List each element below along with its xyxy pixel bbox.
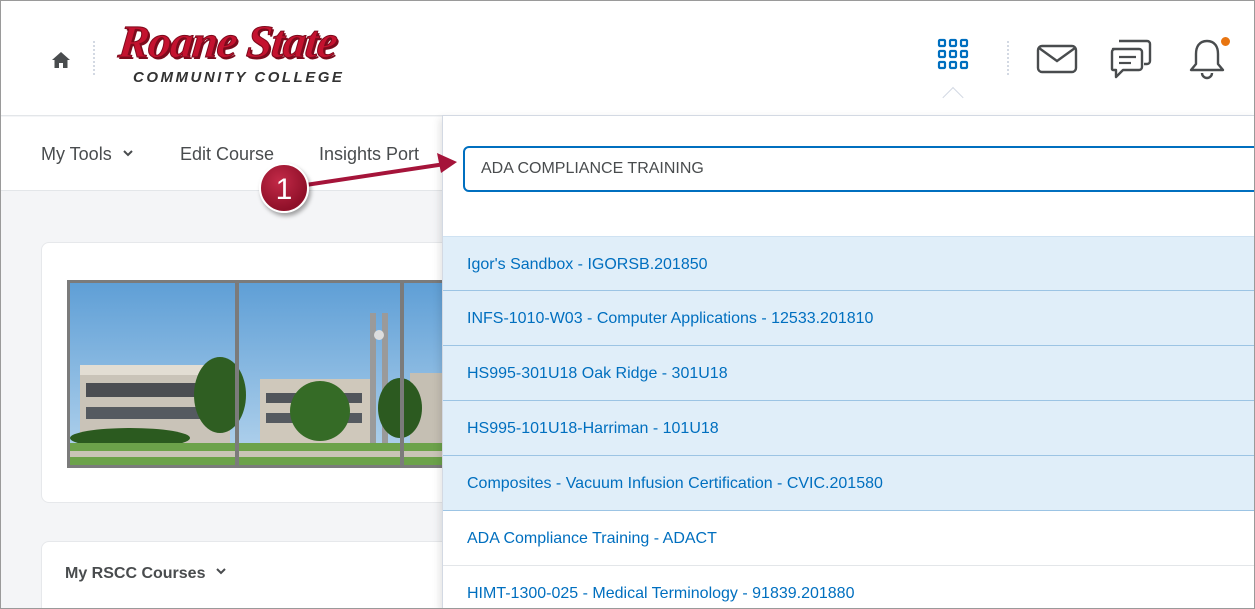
nav-item-insights-portal[interactable]: Insights Port xyxy=(319,144,419,165)
minibar-header: Roane State COMMUNITY COLLEGE xyxy=(1,1,1254,116)
org-logo[interactable]: Roane State COMMUNITY COLLEGE xyxy=(116,15,399,95)
course-result-item[interactable]: Composites - Vacuum Infusion Certificati… xyxy=(443,456,1254,511)
course-result-item[interactable]: HS995-101U18-Harriman - 101U18 xyxy=(443,401,1254,456)
nav-item-label: Insights Port xyxy=(319,144,420,164)
my-courses-menu[interactable]: My RSCC Courses xyxy=(65,565,226,583)
widget-title: My RSCC Courses xyxy=(65,565,206,582)
campus-banner-image xyxy=(67,280,447,468)
course-selector-dropdown: Igor's Sandbox - IGORSB.201850 INFS-1010… xyxy=(442,115,1254,608)
nav-item-edit-course[interactable]: Edit Course xyxy=(180,144,274,165)
nav-item-my-tools[interactable]: My Tools xyxy=(41,144,133,165)
course-result-item[interactable]: HIMT-1300-025 - Medical Terminology - 91… xyxy=(443,566,1254,608)
course-result-item[interactable]: HS995-301U18 Oak Ridge - 301U18 xyxy=(443,346,1254,401)
course-selector-button[interactable] xyxy=(936,37,970,71)
course-result-item[interactable]: INFS-1010-W03 - Computer Applications - … xyxy=(443,291,1254,346)
nav-item-label: Edit Course xyxy=(180,144,275,164)
home-icon[interactable] xyxy=(51,51,71,69)
course-selector-icon xyxy=(937,38,969,70)
chevron-down-icon xyxy=(216,568,226,575)
course-result-item[interactable]: Igor's Sandbox - IGORSB.201850 xyxy=(443,236,1254,291)
divider xyxy=(1007,41,1009,75)
chat-icon[interactable] xyxy=(1109,37,1153,81)
notification-badge xyxy=(1220,36,1231,47)
logo-wordmark: Roane State xyxy=(116,16,340,68)
callout-number: 1 xyxy=(275,173,293,206)
nav-item-label: My Tools xyxy=(41,144,112,164)
course-search-input[interactable] xyxy=(463,146,1254,192)
course-result-item[interactable]: ADA Compliance Training - ADACT xyxy=(443,511,1254,566)
logo-subtitle: COMMUNITY COLLEGE xyxy=(133,69,345,86)
course-results-list: Igor's Sandbox - IGORSB.201850 INFS-1010… xyxy=(443,236,1254,608)
chevron-down-icon xyxy=(123,150,133,157)
browser-frame: Roane State COMMUNITY COLLEGE My Tools E… xyxy=(0,0,1255,609)
message-icon[interactable] xyxy=(1036,44,1078,74)
callout-badge: 1 xyxy=(259,163,309,213)
divider xyxy=(93,41,95,75)
